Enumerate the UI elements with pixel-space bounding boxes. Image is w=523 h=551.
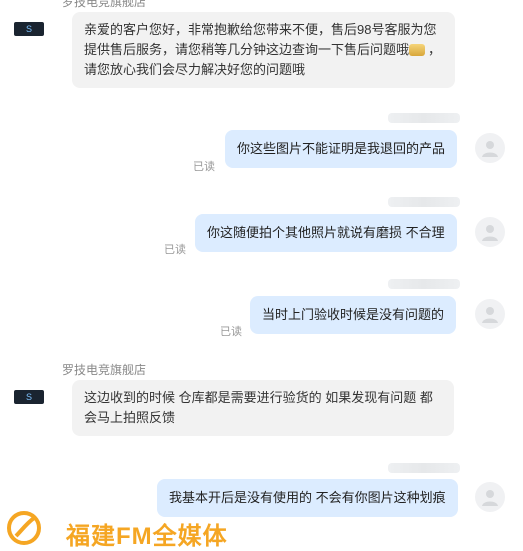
user-avatar[interactable]: [475, 299, 505, 329]
read-status: 已读: [193, 161, 215, 173]
shop-logo-icon: S: [25, 392, 32, 402]
user-name-blurred: [388, 279, 460, 289]
watermark-text: 福建FM全媒体: [66, 523, 228, 550]
message-bubble-user: 我基本开后是没有使用的 不会有你图片这种划痕: [157, 479, 458, 517]
message-bubble-user: 你这随便拍个其他照片就说有磨损 不合理: [195, 214, 457, 252]
message-bubble-user: 你这些图片不能证明是我退回的产品: [225, 130, 458, 168]
user-icon: [482, 490, 498, 506]
user-icon: [482, 307, 498, 323]
read-status: 已读: [220, 326, 242, 338]
shop-avatar[interactable]: S: [14, 390, 44, 404]
user-name-blurred: [388, 113, 460, 123]
shop-logo-icon: S: [25, 24, 32, 34]
message-text: 亲爱的客户您好，非常抱歉给您带来不便，售后98号客服为您提供售后服务，请您稍等几…: [84, 22, 437, 57]
message-bubble-user: 当时上门验收时候是没有问题的: [250, 296, 457, 334]
shop-name: 罗技电竞旗舰店: [62, 363, 147, 377]
shop-name-top: 罗技电竞旗舰店: [62, 0, 147, 9]
user-name-blurred: [388, 463, 460, 473]
message-bubble-shop: 这边收到的时候 仓库都是需要进行验货的 如果发现有问题 都会马上拍照反馈: [72, 380, 454, 436]
user-avatar[interactable]: [475, 133, 505, 163]
read-status: 已读: [164, 244, 186, 256]
message-bubble-shop: 亲爱的客户您好，非常抱歉给您带来不便，售后98号客服为您提供售后服务，请您稍等几…: [72, 12, 455, 88]
user-avatar[interactable]: [475, 482, 505, 512]
coin-emoji-icon: [409, 44, 426, 56]
user-icon: [482, 141, 498, 157]
shop-avatar[interactable]: S: [14, 22, 44, 36]
watermark-logo-icon: [4, 510, 44, 546]
user-name-blurred: [388, 197, 460, 207]
user-avatar[interactable]: [475, 217, 505, 247]
user-icon: [482, 225, 498, 241]
